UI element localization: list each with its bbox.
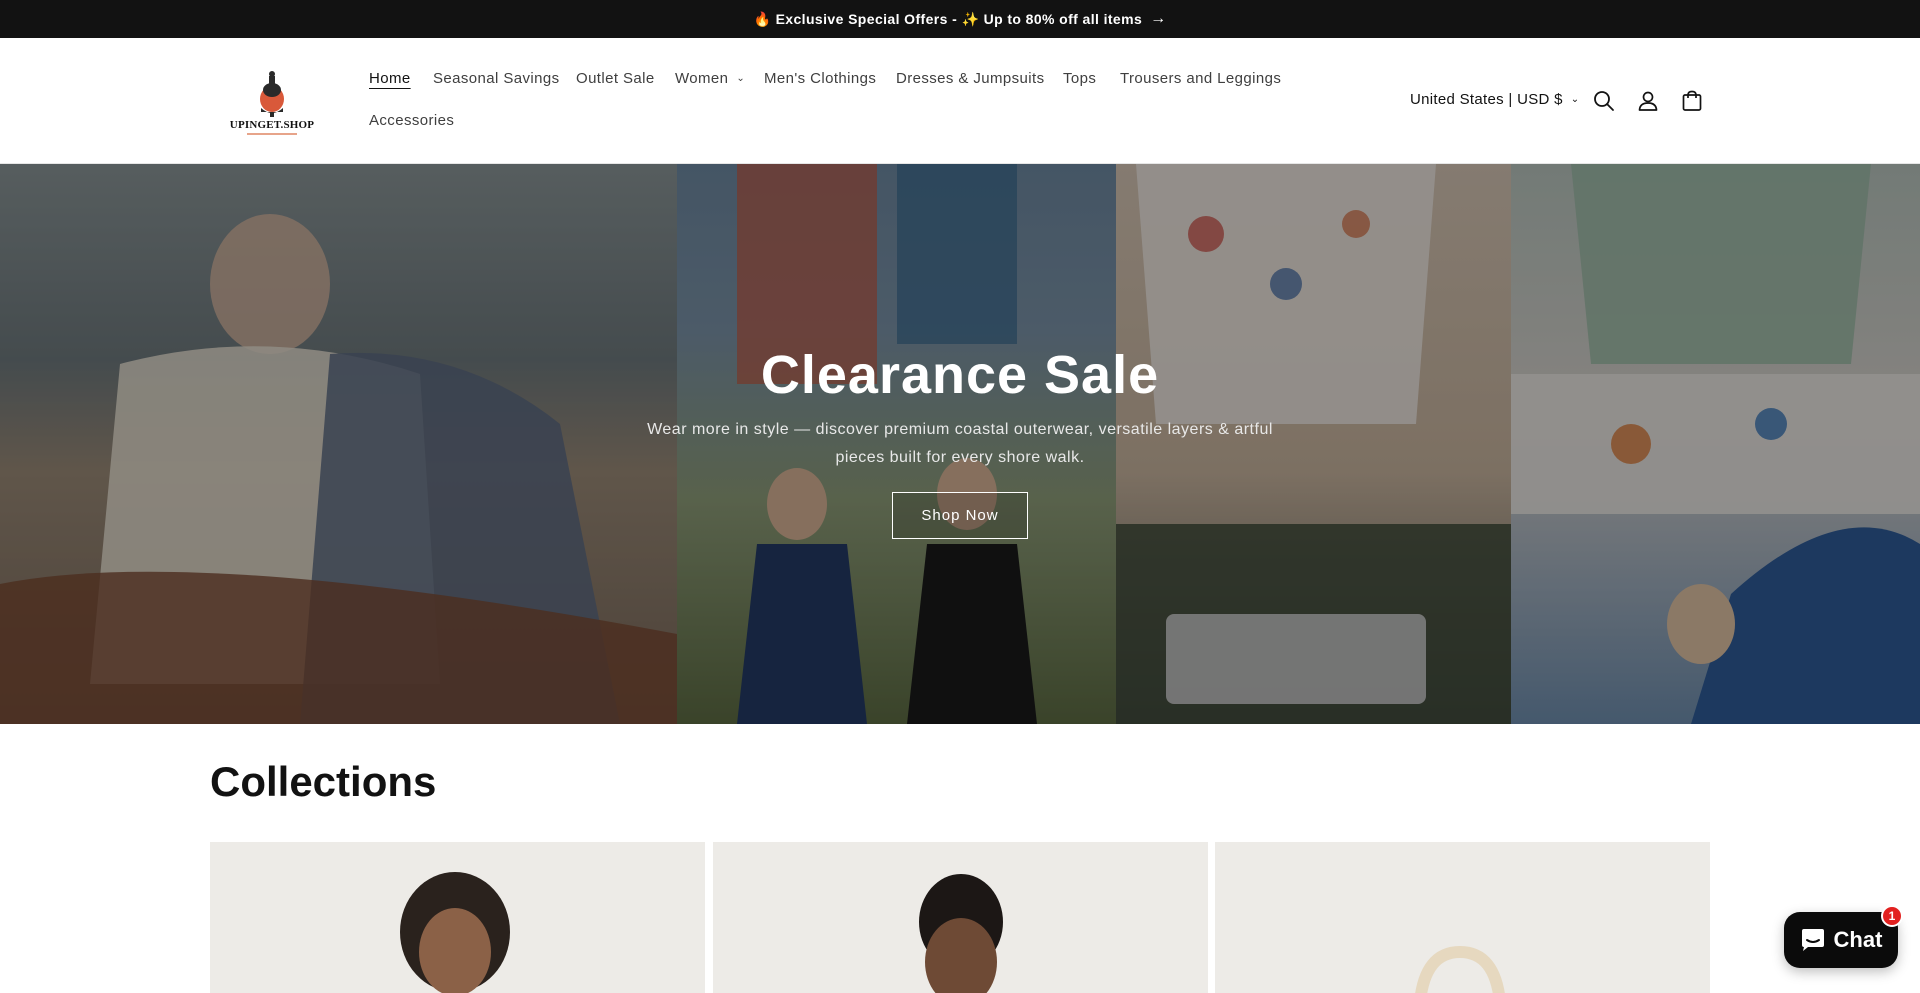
chat-label: Chat <box>1833 927 1883 952</box>
hero-title: Clearance Sale <box>760 345 1160 405</box>
nav-item-tops[interactable]: Tops <box>1063 70 1096 87</box>
collection-card[interactable] <box>1215 842 1710 993</box>
search-icon[interactable] <box>1592 89 1616 113</box>
collection-card[interactable] <box>713 842 1208 993</box>
chat-notification-badge: 1 <box>1881 905 1903 927</box>
hero-banner: Clearance Sale Wear more in style — disc… <box>0 164 1920 724</box>
nav-item-trousers-leggings[interactable]: Trousers and Leggings <box>1120 70 1281 87</box>
shop-now-button[interactable]: Shop Now <box>892 492 1028 539</box>
nav-item-dresses-jumpsuits[interactable]: Dresses & Jumpsuits <box>896 70 1044 87</box>
chevron-down-icon: ⌄ <box>736 73 746 84</box>
collection-image-bag <box>1415 945 1505 993</box>
announcement-bar[interactable]: 🔥 Exclusive Special Offers - ✨ Up to 80%… <box>0 0 1920 38</box>
chat-bubble-icon <box>1801 929 1824 951</box>
logo-underline <box>247 133 297 135</box>
nav-item-outlet-sale[interactable]: Outlet Sale <box>576 70 655 87</box>
logo[interactable]: UPINGET.SHOP <box>222 68 322 136</box>
cart-icon[interactable] <box>1680 89 1704 113</box>
hero-subtitle: Wear more in style — discover premium co… <box>647 421 1273 466</box>
collection-image-woman-bun <box>919 874 1003 993</box>
nav-item-mens-clothings[interactable]: Men's Clothings <box>764 70 876 87</box>
logo-mannequin-icon <box>260 71 284 117</box>
nav-item-women[interactable]: Women ⌄ <box>675 70 745 87</box>
country-currency-selector[interactable]: United States | USD $ ⌄ <box>1410 91 1579 108</box>
nav-item-accessories[interactable]: Accessories <box>369 112 454 129</box>
nav-item-seasonal-savings[interactable]: Seasonal Savings <box>433 70 559 87</box>
nav-item-home[interactable]: Home <box>369 70 411 87</box>
hero-content: Clearance Sale Wear more in style — disc… <box>0 164 1920 724</box>
nav-item-women-label: Women <box>675 70 729 87</box>
collection-image-woman-curly <box>400 872 510 993</box>
country-selector-label: United States | USD $ <box>1410 91 1563 108</box>
logo-text: UPINGET.SHOP <box>229 119 315 131</box>
chat-button[interactable]: Chat <box>1784 912 1898 968</box>
site-header: UPINGET.SHOP Home Seasonal Savings Outle… <box>0 38 1920 164</box>
arrow-right-icon: → <box>1150 10 1167 27</box>
chevron-down-icon: ⌄ <box>1570 94 1580 105</box>
account-icon[interactable] <box>1636 89 1660 113</box>
collections-title: Collections <box>210 758 437 805</box>
announcement-text: 🔥 Exclusive Special Offers - ✨ Up to 80%… <box>753 10 1143 27</box>
collection-card[interactable] <box>210 842 705 993</box>
